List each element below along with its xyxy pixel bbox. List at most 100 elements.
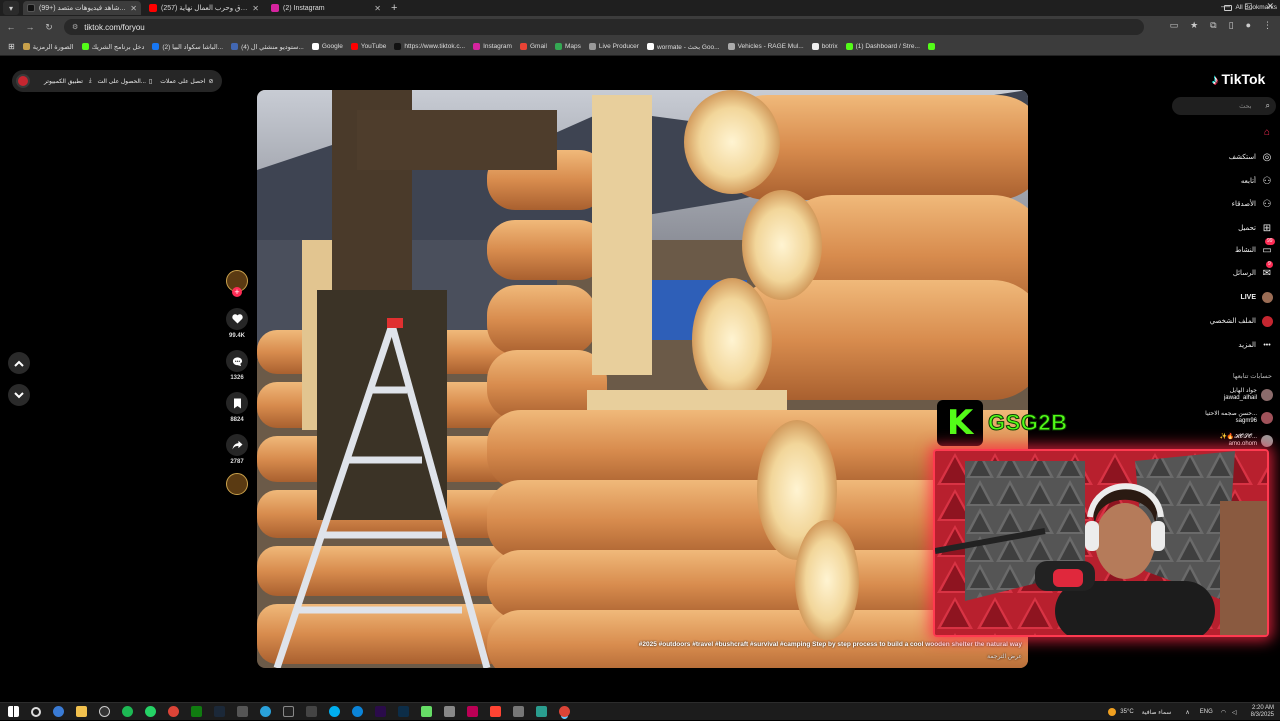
xbox-icon[interactable] <box>191 706 202 717</box>
comment-icon[interactable] <box>226 350 248 372</box>
clock[interactable]: 2:20 AM 8/3/2025 <box>1251 705 1274 719</box>
bookmark-item[interactable]: (1) Dashboard / Stre... <box>845 43 920 50</box>
telegram-icon[interactable] <box>260 706 271 717</box>
bookmark-item[interactable]: Gmail <box>519 43 547 50</box>
address-bar[interactable]: ⚙ tiktok.com/foryou <box>64 19 1144 35</box>
close-icon[interactable]: ✕ <box>252 4 259 13</box>
share-action[interactable]: 2787 <box>226 434 248 465</box>
nav-for-you[interactable]: ⌂ <box>1256 126 1273 138</box>
see-translation-link[interactable]: عرض الترجمة <box>987 653 1022 660</box>
bookmark-item[interactable]: دخل برنامج الشريك <box>81 43 144 51</box>
music-disc-avatar[interactable] <box>226 473 248 495</box>
app-icon[interactable] <box>467 706 478 717</box>
search-icon[interactable] <box>31 706 41 717</box>
next-video-button[interactable] <box>8 384 30 406</box>
nav-explore[interactable]: استكشف ◎ <box>1229 151 1273 163</box>
profile-icon[interactable]: ● <box>1246 20 1251 31</box>
new-tab-button[interactable]: + <box>391 2 397 14</box>
video-caption[interactable]: #2025 #outdoors #travel #bushcraft #surv… <box>639 641 1022 648</box>
wifi-icon[interactable]: ◠ <box>1221 709 1226 716</box>
premiere-icon[interactable] <box>375 706 386 717</box>
app-icon[interactable] <box>421 706 432 717</box>
previous-video-button[interactable] <box>8 352 30 374</box>
nav-activity[interactable]: النشاط ▭ 99 <box>1235 238 1275 256</box>
bookmark-item[interactable]: https://www.tiktok.c... <box>394 43 465 50</box>
tray-overflow-icon[interactable]: ∧ <box>1185 709 1189 716</box>
heart-icon[interactable] <box>226 308 248 330</box>
bookmark-icon[interactable] <box>226 392 248 414</box>
spotify-icon[interactable] <box>122 706 133 717</box>
all-bookmarks-button[interactable]: All Bookmarks <box>1224 4 1277 11</box>
save-action[interactable]: 8824 <box>226 392 248 423</box>
site-info-icon[interactable]: ⚙ <box>72 23 78 31</box>
get-coins-link[interactable]: احصل على عملات <box>160 78 205 85</box>
photoshop-icon[interactable] <box>398 706 409 717</box>
bookmark-item[interactable]: (2) الباشا سكواد البيا... <box>152 43 223 51</box>
obs-icon[interactable] <box>99 706 110 717</box>
extensions-icon[interactable]: ⧉ <box>1210 20 1216 31</box>
epic-games-icon[interactable] <box>283 706 294 717</box>
game-icon[interactable] <box>306 706 317 717</box>
menu-icon[interactable]: ⋮ <box>1263 20 1272 31</box>
close-icon[interactable]: ✕ <box>374 4 381 13</box>
follow-button[interactable]: + <box>232 287 242 297</box>
nav-messages[interactable]: الرسائل ✉ 9 <box>1233 261 1273 279</box>
nav-friends[interactable]: الأصدقاء ⚇ <box>1232 198 1273 210</box>
whatsapp-icon[interactable] <box>145 706 156 717</box>
app-icon[interactable] <box>490 706 501 717</box>
search-icon[interactable]: ⌕ <box>1266 101 1270 111</box>
copilot-icon[interactable] <box>53 706 64 717</box>
bookmark-item[interactable]: Instagram <box>473 43 512 50</box>
tab-search-button[interactable]: ▾ <box>3 1 19 15</box>
edge-icon[interactable] <box>352 706 363 717</box>
nav-live[interactable]: LIVE <box>1240 291 1273 303</box>
share-icon[interactable] <box>226 434 248 456</box>
forward-icon[interactable]: → <box>22 22 38 32</box>
bookmark-item[interactable]: (4) ستوديو منشئي ال... <box>231 43 304 51</box>
file-explorer-icon[interactable] <box>76 706 87 717</box>
bookmark-item[interactable]: YouTube <box>350 43 386 50</box>
tiktok-logo[interactable]: ♪ TikTok <box>1212 71 1265 87</box>
nav-more[interactable]: المزيد ••• <box>1238 339 1273 351</box>
comment-action[interactable]: 1326 <box>226 350 248 381</box>
back-icon[interactable]: ← <box>3 22 19 32</box>
search-input[interactable]: بحث ⌕ <box>1172 97 1276 115</box>
apps-icon[interactable]: ⊞ <box>8 42 15 51</box>
app-icon[interactable] <box>237 706 248 717</box>
star-icon[interactable]: ★ <box>1190 20 1198 31</box>
bookmark-item[interactable]: wormate - بحث Goo... <box>646 43 720 51</box>
cast-icon[interactable]: ▭ <box>1170 20 1179 31</box>
app-icon[interactable] <box>444 706 455 717</box>
nav-following[interactable]: أتابعه ⚇ <box>1241 175 1273 187</box>
video-player[interactable]: #2025 #outdoors #travel #bushcraft #surv… <box>257 90 1028 668</box>
sidebar-icon[interactable]: ▯ <box>1229 20 1234 31</box>
weather-widget[interactable]: 35°C سماء صافية <box>1108 708 1171 716</box>
tab-instagram[interactable]: (2) Instagram ✕ <box>267 1 385 15</box>
app-icon[interactable] <box>536 706 547 717</box>
close-icon[interactable]: ✕ <box>130 4 137 13</box>
user-avatar[interactable] <box>16 74 30 88</box>
app-icon[interactable] <box>513 706 524 717</box>
desktop-app-link[interactable]: تطبيق الكمبيوتر <box>44 78 83 85</box>
bookmark-item[interactable]: botrix <box>811 43 838 50</box>
nav-upload[interactable]: تحميل ⊞ <box>1238 222 1273 234</box>
following-account[interactable]: حسن صجمه الاحتيا... sagm96 <box>1205 411 1273 425</box>
bookmark-item[interactable]: Vehicles - RAGE Mul... <box>727 43 804 50</box>
nav-profile[interactable]: الملف الشخصي <box>1210 315 1273 327</box>
tab-youtube[interactable]: (257) العراق وحرب العمال نهاية ✕ <box>145 1 263 15</box>
windows-start-icon[interactable] <box>8 706 19 717</box>
lang-indicator[interactable]: ENG <box>1200 709 1213 715</box>
volume-icon[interactable]: ◁ <box>1232 709 1237 716</box>
bookmark-item[interactable]: Maps <box>554 43 581 50</box>
chrome-icon[interactable] <box>168 706 179 717</box>
reload-icon[interactable]: ↻ <box>41 22 57 33</box>
like-action[interactable]: 99.4K <box>226 308 248 339</box>
bookmark-item[interactable]: Google <box>311 43 343 50</box>
skype-icon[interactable] <box>329 706 340 717</box>
bookmark-item[interactable]: Live Producer <box>588 43 639 50</box>
following-account[interactable]: جواد الهايل jawad_alhail <box>1224 388 1273 402</box>
get-app-link[interactable]: الحصول على الت... <box>98 78 146 85</box>
tab-tiktok[interactable]: (99+) شاهد فيديوهات متصد... ✕ <box>23 1 141 15</box>
bookmark-item[interactable]: الصورة الرمزية <box>22 43 74 51</box>
chrome-active-icon[interactable] <box>559 706 570 717</box>
